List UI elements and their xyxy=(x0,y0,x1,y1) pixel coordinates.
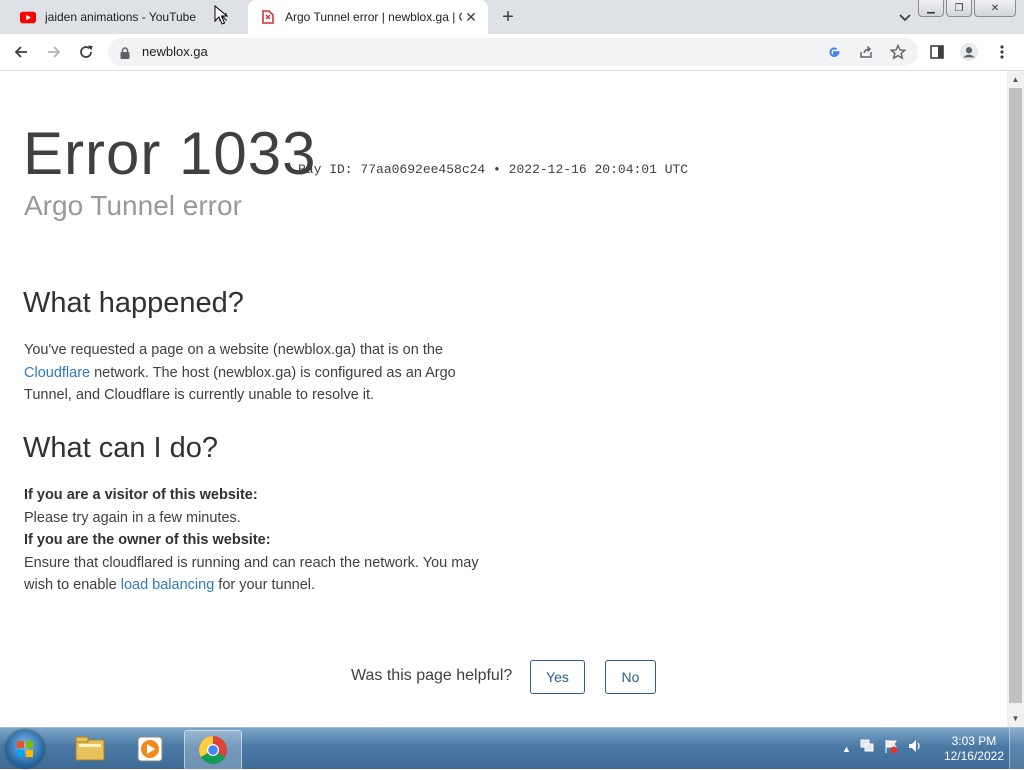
tab-title: jaiden animations - YouTube xyxy=(45,10,196,24)
page-content: Error 1033 Ray ID: 77aa0692ee458c24 • 20… xyxy=(0,71,1007,727)
system-tray: ▲ xyxy=(842,728,923,769)
share-icon[interactable] xyxy=(858,44,874,60)
feedback-no-button[interactable]: No xyxy=(605,660,656,694)
tab-youtube[interactable]: jaiden animations - YouTube ✕ xyxy=(8,0,240,34)
file-explorer-icon[interactable] xyxy=(62,730,118,768)
more-menu-icon[interactable] xyxy=(993,43,1011,61)
bookmark-star-icon[interactable] xyxy=(890,44,906,60)
youtube-icon xyxy=(20,9,36,25)
what-happened-heading: What happened? xyxy=(23,287,244,319)
start-button-windows-icon[interactable] xyxy=(6,730,44,768)
feedback-section: Was this page helpful? Yes No xyxy=(351,660,671,694)
minimize-button[interactable]: ▁ xyxy=(918,0,944,17)
what-can-i-do-heading: What can I do? xyxy=(23,432,219,464)
visitor-label: If you are a visitor of this website: xyxy=(24,487,258,503)
timestamp: 2022-12-16 20:04:01 UTC xyxy=(508,162,689,177)
new-tab-button[interactable]: + xyxy=(498,7,518,27)
network-icon[interactable] xyxy=(859,738,875,759)
show-desktop-button[interactable] xyxy=(1009,728,1024,769)
window-controls: ▁ ❐ ✕ xyxy=(918,0,1016,17)
mouse-cursor-icon xyxy=(214,4,229,30)
lock-icon[interactable] xyxy=(120,46,130,64)
address-bar[interactable]: newblox.ga xyxy=(108,38,918,66)
action-center-flag-icon[interactable] xyxy=(883,738,899,759)
back-button[interactable] xyxy=(9,41,33,63)
tab-strip: jaiden animations - YouTube ✕ Argo Tunne… xyxy=(0,0,1024,34)
feedback-question: Was this page helpful? xyxy=(351,667,513,684)
load-balancing-link[interactable]: load balancing xyxy=(121,577,215,593)
restore-button[interactable]: ❐ xyxy=(946,0,972,17)
ray-id-line: Ray ID: 77aa0692ee458c24 • 2022-12-16 20… xyxy=(298,162,688,177)
url-text[interactable]: newblox.ga xyxy=(142,44,208,59)
taskbar-clock[interactable]: 3:03 PM 12/16/2022 xyxy=(944,734,1004,764)
forward-button[interactable] xyxy=(42,41,66,63)
scroll-up-arrow-icon[interactable]: ▲ xyxy=(1007,71,1024,88)
google-icon[interactable] xyxy=(826,44,842,60)
windows-taskbar: ▲ 3:03 PM 12/16/2022 xyxy=(0,727,1024,770)
error-subtitle: Argo Tunnel error xyxy=(24,190,242,221)
close-tab-icon[interactable]: ✕ xyxy=(462,8,480,26)
reload-button[interactable] xyxy=(74,41,98,63)
vertical-scrollbar[interactable]: ▲ ▼ xyxy=(1007,71,1024,727)
cloudflare-icon xyxy=(260,9,276,25)
scroll-thumb[interactable] xyxy=(1009,88,1022,703)
feedback-yes-button[interactable]: Yes xyxy=(530,660,585,694)
scroll-down-arrow-icon[interactable]: ▼ xyxy=(1007,710,1024,727)
cloudflare-link[interactable]: Cloudflare xyxy=(24,365,90,381)
clock-time: 3:03 PM xyxy=(951,734,997,748)
visitor-text: Please try again in a few minutes. xyxy=(24,509,241,526)
browser-toolbar: newblox.ga xyxy=(0,34,1024,71)
tab-argo-error[interactable]: Argo Tunnel error | newblox.ga | C ✕ xyxy=(248,0,488,34)
what-happened-text: You've requested a page on a website (ne… xyxy=(24,342,456,403)
ray-separator: • xyxy=(493,162,501,177)
tab-search-chevron-down-icon[interactable] xyxy=(896,8,914,26)
owner-label: If you are the owner of this website: xyxy=(24,532,271,548)
error-code: Error 1033 xyxy=(23,120,317,187)
side-panel-icon[interactable] xyxy=(928,43,946,61)
profile-avatar-icon[interactable] xyxy=(960,43,978,61)
ray-id: Ray ID: 77aa0692ee458c24 xyxy=(298,162,486,177)
volume-icon[interactable] xyxy=(907,738,923,759)
clock-date: 12/16/2022 xyxy=(943,749,1004,763)
media-player-icon[interactable] xyxy=(122,730,178,768)
window-close-button[interactable]: ✕ xyxy=(974,0,1016,17)
what-can-i-do-text: If you are a visitor of this website: Pl… xyxy=(24,487,479,593)
chrome-icon[interactable] xyxy=(184,730,242,770)
tab-title: Argo Tunnel error | newblox.ga | C xyxy=(285,10,462,24)
show-hidden-icons-icon[interactable]: ▲ xyxy=(842,744,851,754)
